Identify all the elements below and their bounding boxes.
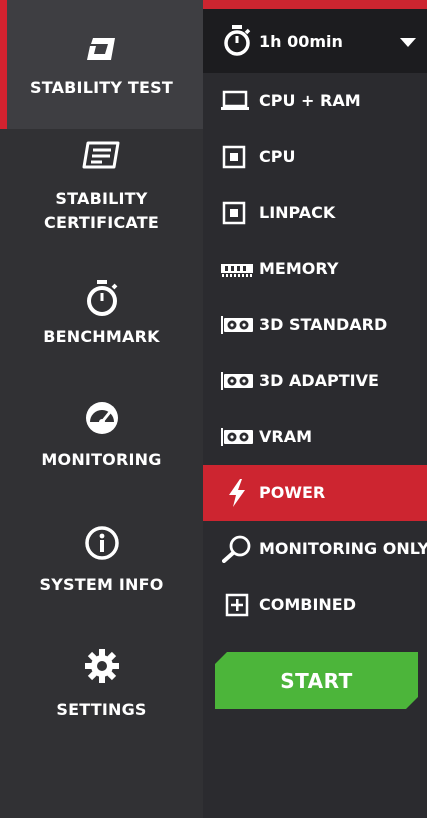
nav-item-benchmark[interactable]: BENCHMARK bbox=[0, 255, 203, 380]
nav-item-stability-test[interactable]: STABILITY TEST bbox=[0, 0, 203, 129]
test-label: CPU bbox=[259, 147, 296, 166]
test-label: MEMORY bbox=[259, 259, 339, 278]
test-item-monitoring-only[interactable]: MONITORING ONLY bbox=[203, 521, 427, 577]
stopwatch-icon bbox=[86, 280, 117, 316]
nav-label-stability-test: STABILITY TEST bbox=[29, 78, 174, 97]
duration-value: 1h 00min bbox=[259, 32, 343, 51]
test-item-vram[interactable]: VRAM bbox=[203, 409, 427, 465]
certificate-icon bbox=[82, 141, 119, 169]
test-item-cpu-ram[interactable]: CPU + RAM bbox=[203, 73, 427, 129]
test-label: VRAM bbox=[259, 427, 313, 446]
test-label: CPU + RAM bbox=[259, 91, 361, 110]
nav-label-benchmark: BENCHMARK bbox=[43, 327, 160, 346]
test-item-linpack[interactable]: LINPACK bbox=[203, 185, 427, 241]
gpu-icon bbox=[221, 372, 253, 390]
accent-stripe bbox=[203, 0, 427, 9]
test-label: COMBINED bbox=[259, 595, 357, 614]
memory-icon bbox=[221, 264, 253, 277]
start-button[interactable]: START bbox=[215, 652, 418, 709]
test-item-memory[interactable]: MEMORY bbox=[203, 241, 427, 297]
nav-label-stability-certificate: STABILITY CERTIFICATE bbox=[44, 189, 159, 232]
gear-icon bbox=[84, 649, 119, 683]
cpu-icon bbox=[222, 145, 246, 169]
magnifier-icon bbox=[222, 535, 251, 563]
info-icon bbox=[84, 526, 119, 560]
test-item-3d-standard[interactable]: 3D STANDARD bbox=[203, 297, 427, 353]
nav-label-settings: SETTINGS bbox=[56, 700, 147, 719]
nav-item-system-info[interactable]: SYSTEM INFO bbox=[0, 505, 203, 630]
nav-label-system-info: SYSTEM INFO bbox=[39, 575, 164, 594]
test-label: LINPACK bbox=[259, 203, 336, 222]
nav-label-monitoring: MONITORING bbox=[41, 450, 162, 469]
nav-item-settings[interactable]: SETTINGS bbox=[0, 630, 203, 755]
test-label: MONITORING ONLY bbox=[259, 539, 427, 558]
test-label: POWER bbox=[259, 483, 326, 502]
lightning-icon bbox=[229, 479, 245, 507]
gpu-icon bbox=[221, 316, 253, 334]
test-label: 3D ADAPTIVE bbox=[259, 371, 379, 390]
test-item-cpu[interactable]: CPU bbox=[203, 129, 427, 185]
test-label: 3D STANDARD bbox=[259, 315, 388, 334]
main-navigation: STABILITY TEST STABILITY CERTIFICATE BEN… bbox=[0, 0, 203, 818]
gpu-icon bbox=[221, 428, 253, 446]
gauge-icon bbox=[85, 402, 118, 434]
laptop-icon bbox=[221, 90, 249, 110]
test-selection-panel: 1h 00min CPU + RAM CPU LINPACK MEMORY 3D… bbox=[203, 0, 427, 818]
chevron-down-icon bbox=[400, 38, 416, 47]
test-item-3d-adaptive[interactable]: 3D ADAPTIVE bbox=[203, 353, 427, 409]
nav-item-monitoring[interactable]: MONITORING bbox=[0, 380, 203, 505]
plus-box-icon bbox=[225, 593, 249, 617]
test-item-power[interactable]: POWER bbox=[203, 465, 427, 521]
test-item-combined[interactable]: COMBINED bbox=[203, 577, 427, 633]
nav-item-stability-certificate[interactable]: STABILITY CERTIFICATE bbox=[0, 129, 203, 255]
stopwatch-icon bbox=[224, 25, 251, 56]
stability-test-icon bbox=[86, 38, 115, 60]
duration-dropdown[interactable]: 1h 00min bbox=[203, 9, 427, 73]
cpu-icon bbox=[222, 201, 246, 225]
